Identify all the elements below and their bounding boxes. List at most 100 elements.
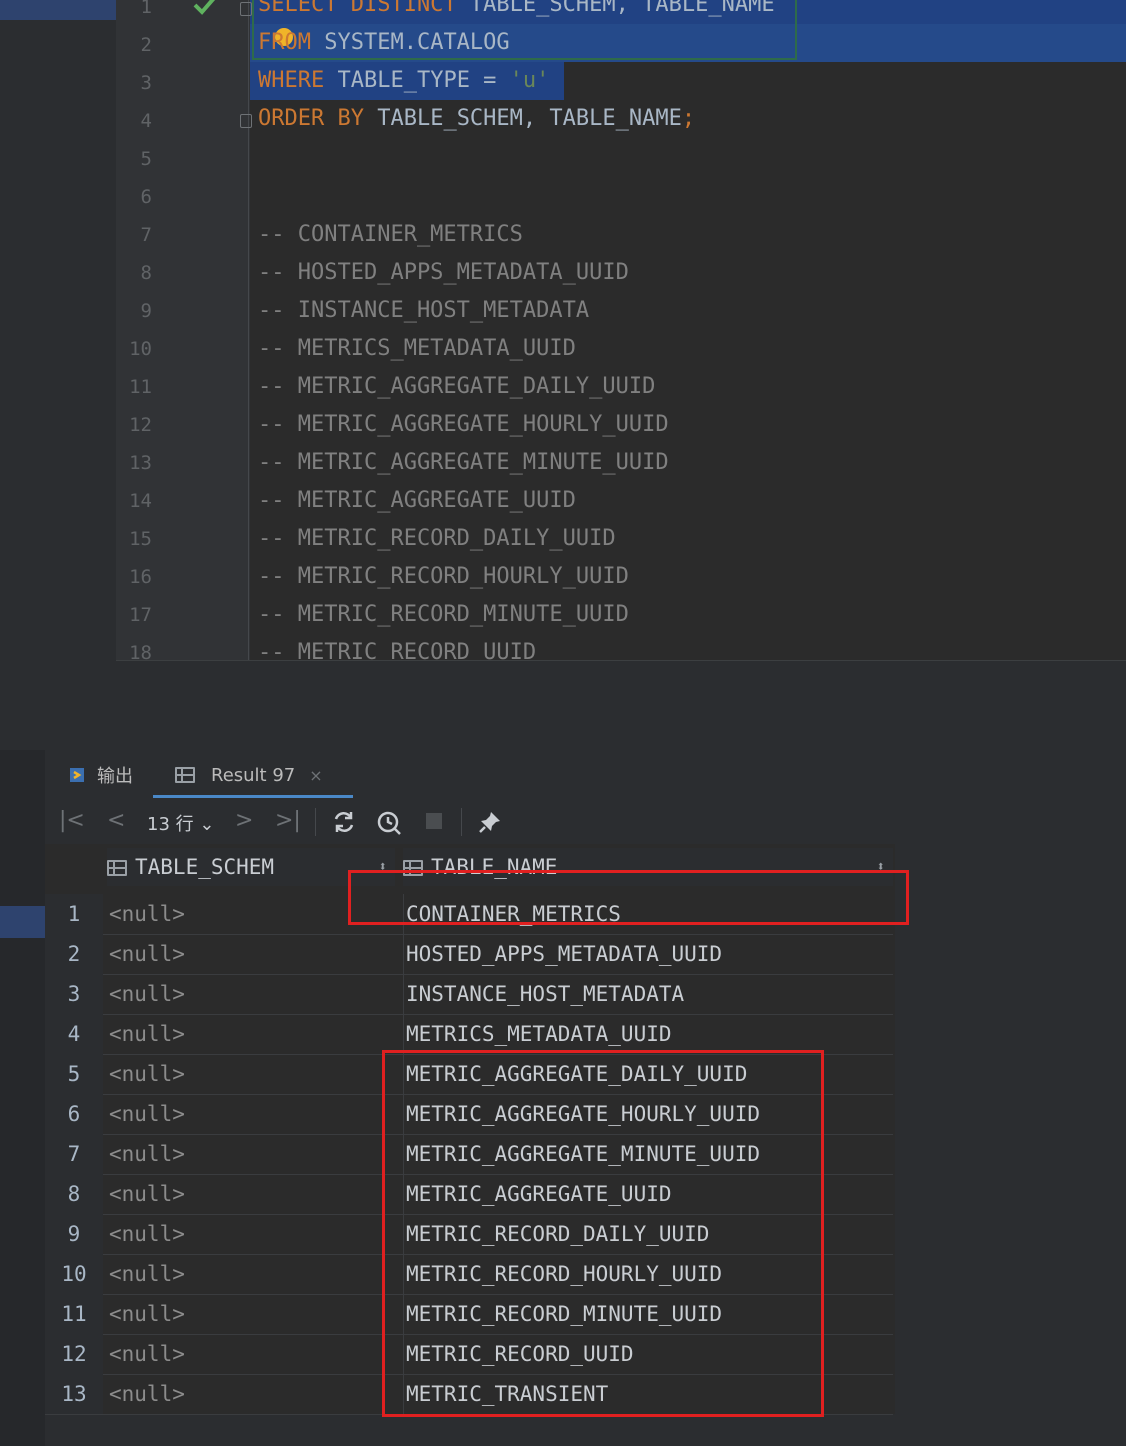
line-number: 2 (140, 34, 152, 56)
row-number[interactable]: 2 (45, 934, 103, 974)
table-row[interactable]: 2 <null> HOSTED_APPS_METADATA_UUID (45, 934, 893, 975)
results-panel: 输出 Result 97 × |< < 13 行 ⌄ > >| TABLE_SC… (0, 750, 1126, 1446)
row-number[interactable]: 4 (45, 1014, 103, 1054)
code-line-2: FROM SYSTEM.CATALOG (258, 24, 510, 62)
row-number[interactable]: 12 (45, 1334, 103, 1374)
tab-result[interactable]: Result 97 × (175, 762, 323, 788)
check-icon (193, 0, 216, 15)
history-icon[interactable] (375, 809, 403, 837)
pin-icon[interactable] (477, 809, 503, 835)
cell-table-schem[interactable]: <null> (107, 934, 397, 974)
tab-output-label: 输出 (97, 766, 133, 787)
row-number[interactable]: 5 (45, 1054, 103, 1094)
panel-left-strip (0, 750, 45, 1446)
highlight-box (348, 870, 909, 925)
cell-table-schem[interactable]: <null> (107, 1054, 397, 1094)
comment-line: -- METRIC_RECORD_DAILY_UUID (258, 526, 616, 551)
first-page-icon[interactable]: |< (59, 808, 85, 833)
line-number: 16 (129, 566, 152, 588)
sql-string: 'u' (509, 68, 550, 93)
cell-table-schem[interactable]: <null> (107, 1294, 397, 1334)
comment-line: -- METRIC_RECORD_MINUTE_UUID (258, 602, 629, 627)
row-number[interactable]: 13 (45, 1374, 103, 1414)
sql-keyword: SELECT DISTINCT (258, 0, 470, 17)
panel-splitter[interactable] (0, 702, 1126, 751)
line-number: 3 (140, 72, 152, 94)
toolbar-separator (461, 808, 462, 836)
prev-page-icon[interactable]: < (107, 808, 125, 833)
code-line-4: ORDER BY TABLE_SCHEM, TABLE_NAME; (258, 100, 695, 138)
line-number: 1 (140, 0, 152, 18)
comment-line: -- METRIC_AGGREGATE_UUID (258, 488, 576, 513)
sql-editor[interactable]: 1 2 3 4 5 6 7 8 9 10 11 12 13 14 15 16 1… (0, 0, 1126, 703)
close-icon[interactable]: × (309, 766, 322, 785)
row-number[interactable]: 6 (45, 1094, 103, 1134)
cell-table-schem[interactable]: <null> (107, 1174, 397, 1214)
comment-line: -- METRIC_AGGREGATE_HOURLY_UUID (258, 412, 669, 437)
row-number[interactable]: 3 (45, 974, 103, 1014)
line-number: 12 (129, 414, 152, 436)
cell-table-name[interactable]: INSTANCE_HOST_METADATA (403, 974, 896, 1014)
line-number: 5 (140, 148, 152, 170)
next-page-icon[interactable]: > (235, 808, 253, 833)
sql-keyword: ORDER BY (258, 106, 378, 131)
comment-line: -- INSTANCE_HOST_METADATA (258, 298, 590, 323)
cell-table-schem[interactable]: <null> (107, 1134, 397, 1174)
editor-horizontal-scrollbar[interactable] (116, 660, 1126, 703)
comment-line: -- HOSTED_APPS_METADATA_UUID (258, 260, 629, 285)
row-number[interactable]: 1 (45, 894, 103, 934)
comment-line: -- CONTAINER_METRICS (258, 222, 523, 247)
cell-table-name[interactable]: HOSTED_APPS_METADATA_UUID (403, 934, 896, 974)
results-toolbar: |< < 13 行 ⌄ > >| (45, 798, 1126, 845)
tab-result-label: Result 97 (211, 764, 296, 786)
line-number: 6 (140, 186, 152, 208)
comment-line: -- METRIC_RECORD_HOURLY_UUID (258, 564, 629, 589)
sql-keyword: WHERE (258, 68, 338, 93)
line-number: 17 (129, 604, 152, 626)
row-number[interactable]: 10 (45, 1254, 103, 1294)
line-number: 15 (129, 528, 152, 550)
selection-marker (0, 906, 45, 938)
row-number[interactable]: 8 (45, 1174, 103, 1214)
cell-table-schem[interactable]: <null> (107, 1374, 397, 1414)
last-page-icon[interactable]: >| (275, 808, 301, 833)
highlight-box (382, 1050, 824, 1417)
line-number: 14 (129, 490, 152, 512)
sql-table: SYSTEM.CATALOG (324, 30, 510, 55)
row-count-selector[interactable]: 13 行 ⌄ (147, 810, 214, 836)
fold-marker-icon[interactable] (240, 114, 252, 128)
table-row[interactable]: 3 <null> INSTANCE_HOST_METADATA (45, 974, 893, 1015)
results-tabs: 输出 Result 97 × (45, 750, 1126, 799)
comment-line: -- METRIC_RECORD_UUID (258, 640, 537, 660)
sql-columns: TABLE_TYPE = (337, 68, 510, 93)
cell-table-schem[interactable]: <null> (107, 1254, 397, 1294)
gutter-separator (248, 0, 249, 660)
tab-output[interactable]: 输出 (67, 762, 133, 788)
cell-table-schem[interactable]: <null> (107, 974, 397, 1014)
cell-table-schem[interactable]: <null> (107, 1334, 397, 1374)
code-line-3: WHERE TABLE_TYPE = 'u' (258, 62, 549, 100)
stop-icon[interactable] (426, 813, 442, 829)
cell-table-schem[interactable]: <null> (107, 1214, 397, 1254)
line-number: 13 (129, 452, 152, 474)
refresh-icon[interactable] (331, 809, 357, 835)
comment-line: -- METRICS_METADATA_UUID (258, 336, 576, 361)
line-number: 10 (129, 338, 152, 360)
cell-table-schem[interactable]: <null> (107, 1094, 397, 1134)
cell-table-name[interactable]: METRICS_METADATA_UUID (403, 1014, 896, 1054)
sql-columns: TABLE_SCHEM, TABLE_NAME (377, 106, 682, 131)
toolbar-separator (315, 808, 316, 836)
comment-line: -- METRIC_AGGREGATE_MINUTE_UUID (258, 450, 669, 475)
sql-keyword: FROM (258, 30, 325, 55)
selection-marker (0, 0, 116, 20)
code-line-1: SELECT DISTINCT TABLE_SCHEM, TABLE_NAME (258, 0, 775, 24)
sql-terminator: ; (681, 106, 696, 131)
row-number[interactable]: 9 (45, 1214, 103, 1254)
fold-marker-icon[interactable] (240, 2, 252, 16)
line-number: 7 (140, 224, 152, 246)
row-number[interactable]: 11 (45, 1294, 103, 1334)
column-icon (107, 860, 127, 876)
table-row[interactable]: 4 <null> METRICS_METADATA_UUID (45, 1014, 893, 1055)
row-number[interactable]: 7 (45, 1134, 103, 1174)
cell-table-schem[interactable]: <null> (107, 1014, 397, 1054)
